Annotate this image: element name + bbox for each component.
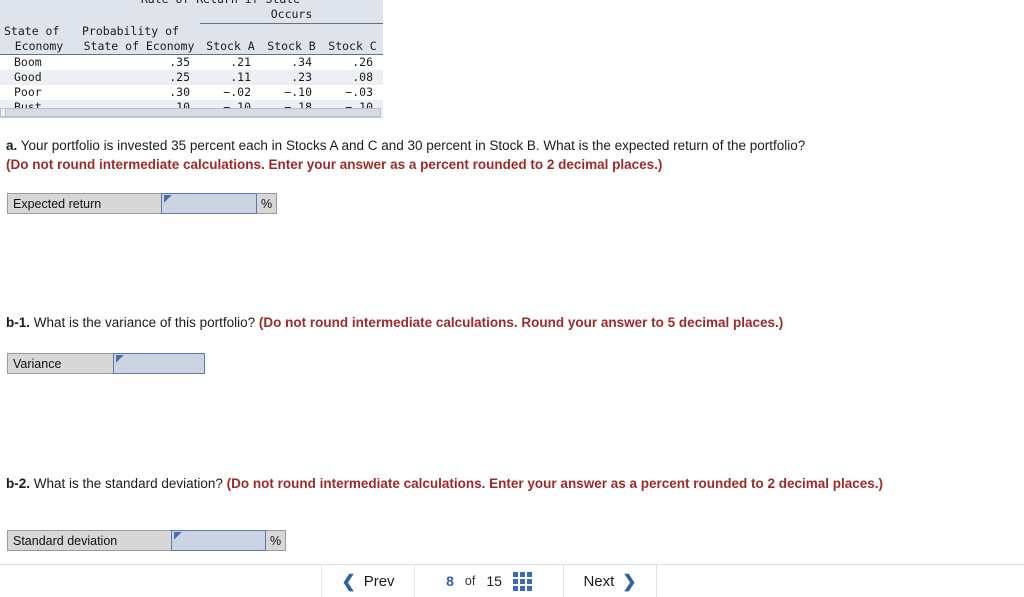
spacer-cell (0, 7, 78, 24)
question-a-label: a. (6, 138, 18, 153)
comment-flag-icon (164, 195, 172, 203)
expected-return-percent-suffix: % (256, 193, 278, 214)
question-a: a. Your portfolio is invested 35 percent… (6, 136, 906, 174)
cell-state: Boom (14, 54, 42, 69)
comment-flag-icon (116, 355, 124, 363)
question-a-text: Your portfolio is invested 35 percent ea… (17, 138, 806, 153)
prev-button-label: Prev (363, 572, 395, 590)
cell-state: Good (14, 69, 42, 84)
header-stock-c-line1 (322, 24, 383, 39)
variance-answer-row: Variance (7, 353, 205, 374)
table-spanning-header-row: Occurs (0, 7, 383, 24)
next-button-label: Next (583, 572, 615, 590)
question-b2-label: b-2. (6, 476, 31, 491)
header-stock-a: Stock A (200, 38, 261, 55)
cell-stock-a: .21 (230, 54, 251, 69)
header-probability-line1: Probability of (82, 23, 179, 38)
variance-input-wrap[interactable] (113, 353, 205, 374)
pagination-navbar: ❮ Prev 8 of 15 Next ❯ (0, 564, 1024, 597)
variance-label: Variance (7, 353, 114, 374)
expected-return-input-wrap[interactable] (161, 193, 257, 214)
comment-flag-icon (174, 532, 182, 540)
question-b2-text: What is the standard deviation? (30, 476, 227, 491)
prev-button[interactable]: ❮ Prev (321, 565, 415, 597)
question-a-note: (Do not round intermediate calculations.… (6, 157, 663, 172)
question-b1-note: (Do not round intermediate calculations.… (258, 315, 784, 330)
grid-menu-icon[interactable] (512, 571, 532, 591)
expected-return-answer-row: Expected return % (7, 193, 278, 214)
table-header-line1: State of Probability of (0, 23, 383, 39)
cell-stock-c: .26 (352, 54, 373, 69)
cell-stock-c: −.03 (345, 84, 373, 99)
question-b1-text: What is the variance of this portfolio? (30, 315, 259, 330)
grid-cell (512, 571, 518, 577)
standard-deviation-input-wrap[interactable] (171, 530, 266, 551)
standard-deviation-label: Standard deviation (7, 530, 172, 551)
question-b1-label: b-1. (6, 315, 31, 330)
question-b1: b-1. What is the variance of this portfo… (6, 313, 906, 332)
page-of-label: of (464, 574, 476, 588)
cell-stock-b: −.10 (284, 84, 312, 99)
cell-probability: .35 (169, 54, 190, 69)
scrollbar-thumb[interactable] (1, 109, 6, 116)
header-stock-a-line1 (200, 24, 261, 39)
returns-table: Occurs State of Probability of Economy S… (0, 7, 383, 118)
table-header-line2: Economy State of Economy Stock A Stock B… (0, 38, 383, 55)
expected-return-label: Expected return (7, 193, 162, 214)
grid-cell (526, 585, 532, 591)
grid-cell (526, 578, 532, 584)
grid-cell (519, 571, 525, 577)
question-b2: b-2. What is the standard deviation? (Do… (6, 474, 886, 493)
grid-cell (526, 571, 532, 577)
cell-probability: .30 (169, 84, 190, 99)
standard-deviation-percent-suffix: % (265, 530, 287, 551)
grid-cell (519, 585, 525, 591)
total-pages-number: 15 (486, 573, 502, 589)
cell-stock-c: .08 (352, 69, 373, 84)
chevron-left-icon: ❮ (341, 571, 356, 591)
table-horizontal-scrollbar[interactable] (0, 108, 381, 117)
cell-stock-b: .23 (291, 69, 312, 84)
table-clipped-top-header: Rate of Return if State (0, 0, 383, 7)
chevron-right-icon: ❯ (622, 571, 637, 591)
table-row: Poor .30 −.02 −.10 −.03 (0, 84, 383, 100)
grid-cell (519, 578, 525, 584)
header-stock-b-line1 (261, 24, 322, 39)
clipped-header-text: Rate of Return if State (83, 0, 300, 7)
header-economy: Economy (0, 38, 78, 55)
occurs-header: Occurs (200, 7, 383, 24)
navbar-left-spacer (0, 565, 321, 597)
question-b2-note: (Do not round intermediate calculations.… (226, 476, 884, 491)
page-indicator: 8 of 15 (415, 565, 564, 597)
table-row: Boom .35 .21 .34 .26 (0, 54, 383, 70)
grid-cell (512, 585, 518, 591)
cell-state: Poor (14, 84, 42, 99)
standard-deviation-answer-row: Standard deviation % (7, 530, 287, 551)
cell-probability: .25 (169, 69, 190, 84)
cell-stock-a: .11 (230, 69, 251, 84)
cell-stock-a: −.02 (223, 84, 251, 99)
header-state-of-line1: State of (4, 23, 60, 38)
header-stock-c: Stock C (322, 38, 383, 55)
next-button[interactable]: Next ❯ (564, 565, 657, 597)
current-page-number: 8 (446, 573, 454, 589)
header-state-of-economy: State of Economy (78, 38, 200, 55)
grid-cell (512, 578, 518, 584)
cell-stock-b: .34 (291, 54, 312, 69)
table-row: Good .25 .11 .23 .08 (0, 69, 383, 85)
header-stock-b: Stock B (261, 38, 322, 55)
returns-table-container: Rate of Return if State Occurs State of … (0, 0, 383, 118)
spacer-cell (78, 7, 200, 24)
